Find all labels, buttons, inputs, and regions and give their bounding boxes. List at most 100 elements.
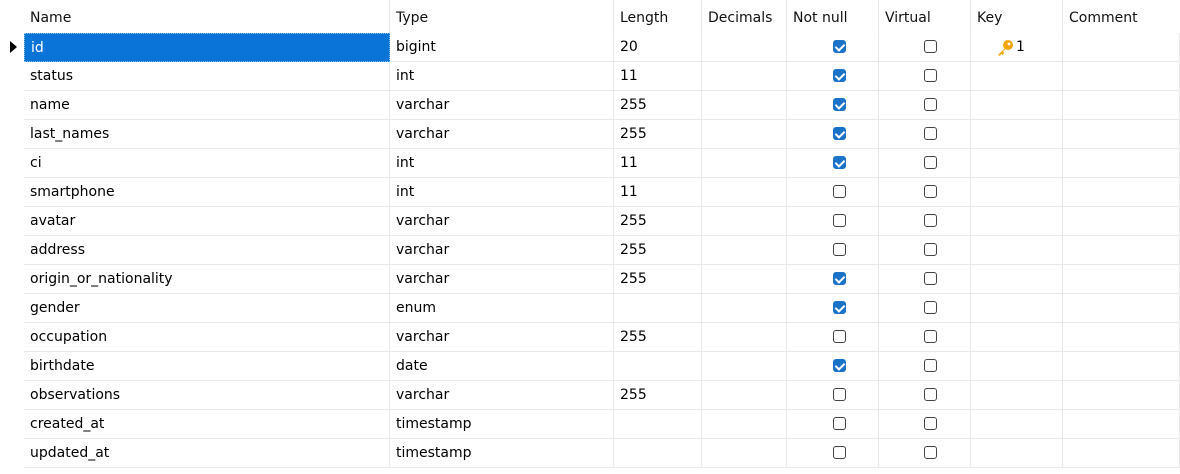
table-row[interactable]: ci int 11 [0,149,1180,178]
cell-comment[interactable] [1063,265,1180,294]
cell-decimals[interactable] [702,149,787,178]
column-header-comment[interactable]: Comment [1063,0,1180,35]
cell-not-null[interactable] [787,294,879,323]
cell-not-null[interactable] [787,352,879,381]
cell-not-null[interactable] [787,91,879,120]
cell-key[interactable] [971,120,1063,149]
cell-length[interactable]: 255 [614,236,702,265]
cell-length[interactable] [614,439,702,468]
not-null-checkbox[interactable] [833,330,846,343]
row-indicator[interactable] [0,236,24,265]
cell-virtual[interactable] [879,381,971,410]
cell-type[interactable]: varchar [390,265,614,294]
cell-name[interactable]: address [24,236,390,265]
cell-virtual[interactable] [879,265,971,294]
table-row[interactable]: avatar varchar 255 [0,207,1180,236]
cell-not-null[interactable] [787,439,879,468]
cell-key[interactable] [971,352,1063,381]
cell-comment[interactable] [1063,33,1180,62]
not-null-checkbox[interactable] [833,127,846,140]
cell-length[interactable] [614,410,702,439]
cell-length[interactable]: 255 [614,207,702,236]
virtual-checkbox[interactable] [924,417,937,430]
cell-name[interactable]: avatar [24,207,390,236]
not-null-checkbox[interactable] [833,98,846,111]
cell-key[interactable] [971,294,1063,323]
table-row[interactable]: occupation varchar 255 [0,323,1180,352]
table-row[interactable]: created_at timestamp [0,410,1180,439]
cell-length[interactable]: 11 [614,178,702,207]
cell-type[interactable]: timestamp [390,439,614,468]
cell-decimals[interactable] [702,439,787,468]
table-row[interactable]: origin_or_nationality varchar 255 [0,265,1180,294]
table-row[interactable]: updated_at timestamp [0,439,1180,468]
virtual-checkbox[interactable] [924,388,937,401]
cell-not-null[interactable] [787,265,879,294]
row-indicator[interactable] [0,149,24,178]
not-null-checkbox[interactable] [833,156,846,169]
cell-not-null[interactable] [787,120,879,149]
column-header-key[interactable]: Key [971,0,1063,35]
cell-comment[interactable] [1063,439,1180,468]
cell-not-null[interactable] [787,33,879,62]
cell-length[interactable]: 255 [614,381,702,410]
row-indicator[interactable] [0,33,24,62]
cell-decimals[interactable] [702,62,787,91]
cell-key[interactable] [971,149,1063,178]
cell-decimals[interactable] [702,120,787,149]
cell-virtual[interactable] [879,33,971,62]
cell-decimals[interactable] [702,381,787,410]
not-null-checkbox[interactable] [833,214,846,227]
cell-key[interactable] [971,91,1063,120]
virtual-checkbox[interactable] [924,301,937,314]
column-header-type[interactable]: Type [390,0,614,35]
cell-decimals[interactable] [702,294,787,323]
virtual-checkbox[interactable] [924,98,937,111]
cell-key[interactable] [971,62,1063,91]
cell-key[interactable] [971,381,1063,410]
table-row[interactable]: id bigint 20 1 [0,33,1180,62]
cell-key[interactable] [971,236,1063,265]
virtual-checkbox[interactable] [924,330,937,343]
row-indicator[interactable] [0,91,24,120]
cell-length[interactable] [614,294,702,323]
row-indicator[interactable] [0,352,24,381]
cell-key[interactable] [971,323,1063,352]
row-indicator[interactable] [0,323,24,352]
cell-name[interactable]: ci [24,149,390,178]
cell-comment[interactable] [1063,91,1180,120]
cell-key[interactable]: 1 [971,33,1063,62]
table-row[interactable]: smartphone int 11 [0,178,1180,207]
cell-comment[interactable] [1063,62,1180,91]
cell-virtual[interactable] [879,236,971,265]
not-null-checkbox[interactable] [833,388,846,401]
cell-decimals[interactable] [702,323,787,352]
cell-name[interactable]: observations [24,381,390,410]
cell-decimals[interactable] [702,33,787,62]
cell-type[interactable]: varchar [390,207,614,236]
row-indicator[interactable] [0,381,24,410]
cell-length[interactable]: 11 [614,62,702,91]
cell-not-null[interactable] [787,149,879,178]
cell-virtual[interactable] [879,207,971,236]
cell-name[interactable]: id [24,33,390,62]
cell-type[interactable]: timestamp [390,410,614,439]
cell-type[interactable]: varchar [390,236,614,265]
cell-name[interactable]: status [24,62,390,91]
cell-not-null[interactable] [787,323,879,352]
table-row[interactable]: birthdate date [0,352,1180,381]
cell-comment[interactable] [1063,381,1180,410]
cell-length[interactable] [614,352,702,381]
cell-virtual[interactable] [879,149,971,178]
cell-virtual[interactable] [879,120,971,149]
virtual-checkbox[interactable] [924,127,937,140]
cell-type[interactable]: date [390,352,614,381]
cell-type[interactable]: varchar [390,323,614,352]
virtual-checkbox[interactable] [924,185,937,198]
cell-virtual[interactable] [879,352,971,381]
cell-key[interactable] [971,207,1063,236]
not-null-checkbox[interactable] [833,243,846,256]
cell-comment[interactable] [1063,207,1180,236]
row-indicator[interactable] [0,207,24,236]
cell-virtual[interactable] [879,410,971,439]
